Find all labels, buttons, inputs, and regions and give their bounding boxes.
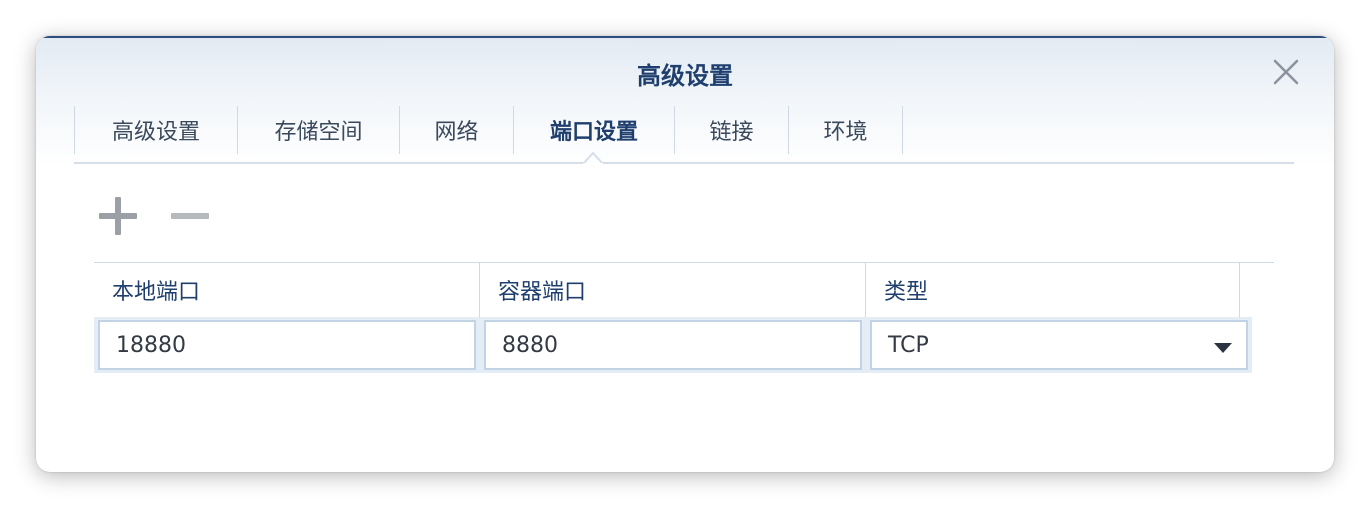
tab-label: 网络: [434, 120, 479, 145]
tab-underline: [74, 162, 1294, 164]
protocol-type-value: TCP: [888, 332, 929, 358]
tab-advanced[interactable]: 高级设置: [74, 106, 237, 154]
tab-label: 端口设置: [549, 120, 638, 145]
tab-bar: 高级设置 存储空间 网络 端口设置 链接 环境: [74, 106, 903, 154]
advanced-settings-dialog: 高级设置 高级设置 存储空间 网络 端口设置 链接 环境 本地端口 容器端口 类…: [36, 36, 1334, 472]
close-button[interactable]: [1270, 56, 1302, 88]
close-icon: [1273, 59, 1299, 85]
minus-icon: [171, 213, 209, 219]
add-port-button[interactable]: [96, 194, 140, 238]
local-port-input[interactable]: 18880: [98, 320, 476, 370]
protocol-type-select[interactable]: TCP: [870, 320, 1248, 370]
dialog-header: 高级设置 高级设置 存储空间 网络 端口设置 链接 环境: [36, 36, 1334, 166]
tab-links[interactable]: 链接: [674, 106, 788, 154]
tab-environment[interactable]: 环境: [788, 106, 903, 154]
dialog-title: 高级设置: [637, 62, 733, 90]
tab-label: 存储空间: [274, 120, 363, 145]
tab-network[interactable]: 网络: [399, 106, 513, 154]
port-table-header: 本地端口 容器端口 类型: [94, 262, 1274, 317]
tab-label: 环境: [823, 120, 868, 145]
tab-port-settings[interactable]: 端口设置: [513, 106, 674, 154]
table-row[interactable]: 18880 8880 TCP: [94, 317, 1252, 373]
container-port-input[interactable]: 8880: [484, 320, 862, 370]
plus-icon: [99, 197, 137, 235]
column-header-container-port[interactable]: 容器端口: [480, 263, 866, 317]
dropdown-arrow-icon: [1214, 343, 1232, 353]
column-header-local-port[interactable]: 本地端口: [94, 263, 480, 317]
column-header-type[interactable]: 类型: [866, 263, 1240, 317]
tab-storage[interactable]: 存储空间: [237, 106, 399, 154]
active-tab-pointer-icon: [583, 152, 603, 164]
remove-port-button[interactable]: [168, 194, 212, 238]
tab-label: 高级设置: [111, 120, 200, 145]
tab-label: 链接: [709, 120, 754, 145]
